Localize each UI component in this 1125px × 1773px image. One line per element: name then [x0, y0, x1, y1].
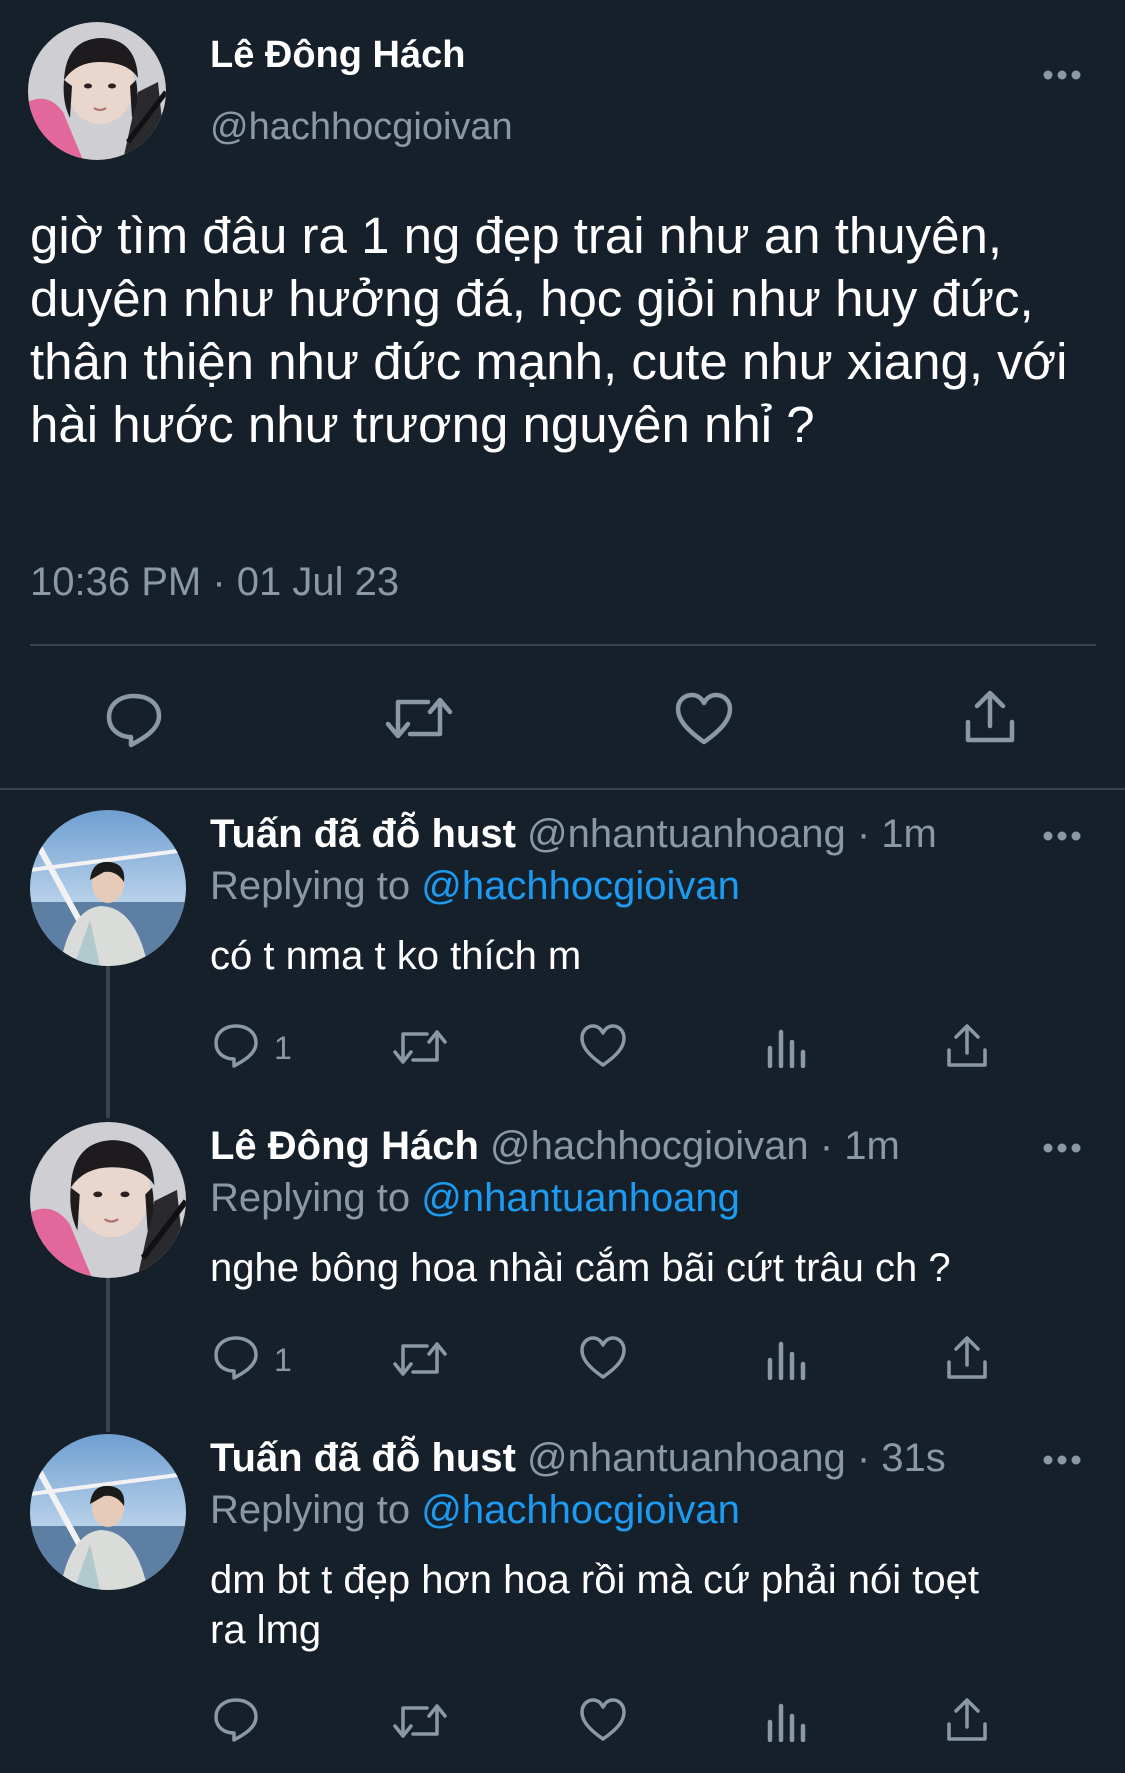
reply-time[interactable]: 1m: [844, 1124, 900, 1168]
more-options-icon[interactable]: [1042, 829, 1082, 843]
replying-to-handle[interactable]: @hachhocgioivan: [421, 864, 740, 908]
reply-time[interactable]: 31s: [881, 1436, 946, 1480]
retweet-icon[interactable]: [392, 1698, 448, 1744]
reply-display-name[interactable]: Lê Đông Hách: [210, 1124, 479, 1168]
retweet-icon[interactable]: [392, 1024, 448, 1070]
analytics-icon[interactable]: [766, 1338, 806, 1380]
separator-dot: ·: [856, 1436, 871, 1480]
replying-to: Replying to @nhantuanhoang: [210, 1176, 740, 1221]
avatar-image: [30, 1434, 186, 1590]
reply-count: 1: [274, 1342, 292, 1378]
replying-to-label: Replying to: [210, 1488, 411, 1532]
reply-text-line-1: dm bt t đẹp hơn hoa rồi mà cứ phải nói t…: [210, 1558, 980, 1602]
replying-to-label: Replying to: [210, 864, 411, 908]
avatar-le-dong-hach[interactable]: [30, 1122, 186, 1278]
reply-icon[interactable]: [212, 1334, 260, 1382]
reply-display-name[interactable]: Tuấn đã đỗ hust: [210, 1436, 516, 1480]
reply-time[interactable]: 1m: [881, 812, 937, 856]
reply-text: có t nma t ko thích m: [210, 934, 582, 978]
analytics-icon[interactable]: [766, 1700, 806, 1742]
analytics-icon[interactable]: [766, 1026, 806, 1068]
retweet-icon[interactable]: [392, 1336, 448, 1382]
reply-count: 1: [274, 1030, 292, 1066]
share-icon[interactable]: [944, 1022, 990, 1070]
share-icon[interactable]: [962, 688, 1018, 746]
avatar-image: [30, 810, 186, 966]
like-icon[interactable]: [579, 1024, 627, 1068]
reply-handle[interactable]: @hachhocgioivan: [490, 1124, 809, 1168]
replying-to: Replying to @hachhocgioivan: [210, 864, 740, 909]
avatar-tuan[interactable]: [30, 1434, 186, 1590]
more-options-icon[interactable]: [1042, 1141, 1082, 1155]
share-icon[interactable]: [944, 1334, 990, 1382]
thread-line: [106, 1278, 110, 1432]
avatar-le-dong-hach[interactable]: [28, 22, 166, 160]
like-icon[interactable]: [579, 1336, 627, 1380]
separator-dot: ·: [856, 812, 871, 856]
avatar-tuan[interactable]: [30, 810, 186, 966]
author-handle[interactable]: @hachhocgioivan: [210, 106, 513, 149]
retweet-icon[interactable]: [384, 690, 454, 746]
tweet-timestamp[interactable]: 10:36 PM · 01 Jul 23: [30, 560, 399, 605]
share-icon[interactable]: [944, 1696, 990, 1744]
reply-handle[interactable]: @nhantuanhoang: [527, 812, 846, 856]
like-icon[interactable]: [674, 692, 734, 746]
reply-header: Lê Đông Hách @hachhocgioivan · 1m: [210, 1124, 900, 1169]
thread-line: [106, 966, 110, 1118]
reply-text-line-2: ra lmg: [210, 1608, 322, 1652]
reply-icon[interactable]: [212, 1022, 260, 1070]
avatar-image: [30, 1122, 186, 1278]
section-divider: [0, 788, 1125, 790]
reply-handle[interactable]: @nhantuanhoang: [527, 1436, 846, 1480]
author-display-name[interactable]: Lê Đông Hách: [210, 34, 465, 77]
reply-text: nghe bông hoa nhài cắm bãi cứt trâu ch ?: [210, 1246, 951, 1290]
reply-header: Tuấn đã đỗ hust @nhantuanhoang · 31s: [210, 1436, 946, 1481]
reply-icon[interactable]: [104, 690, 164, 748]
replying-to-handle[interactable]: @nhantuanhoang: [421, 1176, 740, 1220]
more-options-icon[interactable]: [1042, 1453, 1082, 1467]
reply-display-name[interactable]: Tuấn đã đỗ hust: [210, 812, 516, 856]
more-options-icon[interactable]: [1042, 68, 1082, 82]
replying-to: Replying to @hachhocgioivan: [210, 1488, 740, 1533]
reply-header: Tuấn đã đỗ hust @nhantuanhoang · 1m: [210, 812, 937, 857]
reply-icon[interactable]: [212, 1696, 260, 1744]
avatar-image: [28, 22, 166, 160]
tweet-text: giờ tìm đâu ra 1 ng đẹp trai như an thuy…: [30, 207, 1068, 453]
replying-to-label: Replying to: [210, 1176, 411, 1220]
separator-dot: ·: [819, 1124, 834, 1168]
replying-to-handle[interactable]: @hachhocgioivan: [421, 1488, 740, 1532]
divider: [30, 644, 1096, 646]
like-icon[interactable]: [579, 1698, 627, 1742]
